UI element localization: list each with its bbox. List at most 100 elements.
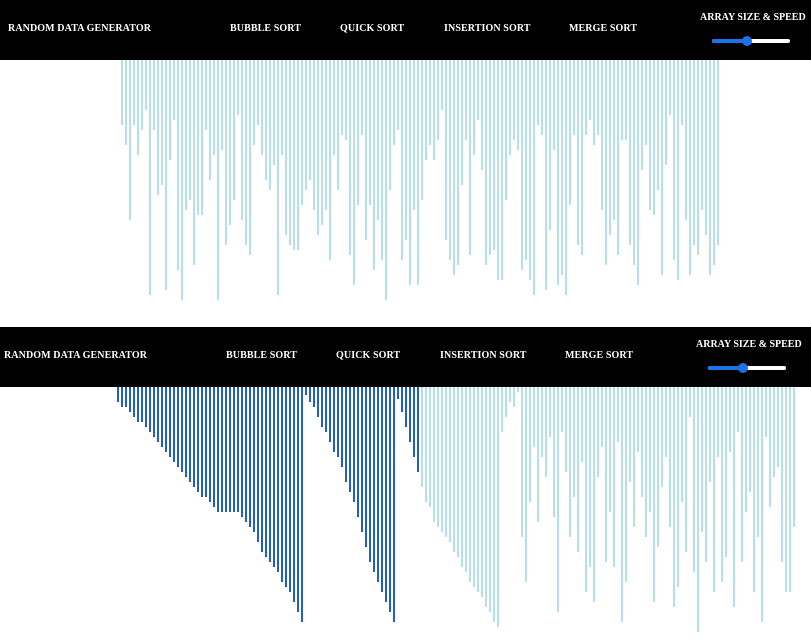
- array-bar: [405, 387, 407, 427]
- array-bar: [117, 387, 119, 402]
- array-bar: [545, 60, 547, 290]
- insertion-sort-link[interactable]: INSERTION SORT: [440, 350, 527, 362]
- array-bar: [437, 387, 439, 527]
- array-bar: [377, 387, 379, 582]
- array-bar: [653, 60, 655, 215]
- array-bar: [609, 387, 611, 512]
- array-bar: [129, 387, 131, 412]
- array-bar: [537, 60, 539, 125]
- quick-sort-link[interactable]: QUICK SORT: [340, 23, 404, 35]
- array-bar: [481, 387, 483, 597]
- array-bar: [121, 387, 123, 407]
- array-bar: [685, 387, 687, 552]
- array-bar: [313, 60, 315, 210]
- navbar: RANDOM DATA GENERATOR BUBBLE SORT QUICK …: [0, 327, 811, 387]
- random-data-generator-link[interactable]: RANDOM DATA GENERATOR: [4, 350, 147, 362]
- array-bar: [665, 60, 667, 165]
- array-bar: [569, 60, 571, 205]
- array-bar: [597, 60, 599, 135]
- array-bar: [341, 60, 343, 135]
- array-size-speed-slider[interactable]: [708, 363, 786, 373]
- array-bar: [729, 387, 731, 452]
- array-bar: [581, 387, 583, 462]
- merge-sort-link[interactable]: MERGE SORT: [569, 23, 637, 35]
- array-bar: [649, 60, 651, 210]
- array-size-speed-slider[interactable]: [712, 36, 790, 46]
- array-bar: [657, 60, 659, 190]
- quick-sort-link[interactable]: QUICK SORT: [336, 350, 400, 362]
- array-bar: [301, 60, 303, 205]
- array-bar: [305, 387, 307, 395]
- array-bar: [145, 387, 147, 427]
- array-bar: [589, 387, 591, 567]
- array-bar: [581, 60, 583, 255]
- array-bar: [597, 387, 599, 477]
- array-bar: [465, 60, 467, 140]
- array-bar: [585, 387, 587, 592]
- array-bar: [409, 387, 411, 442]
- array-bar: [413, 387, 415, 457]
- array-bar: [489, 60, 491, 255]
- array-bar: [169, 387, 171, 457]
- insertion-sort-link[interactable]: INSERTION SORT: [444, 23, 531, 35]
- array-bar: [177, 60, 179, 270]
- array-bar: [269, 60, 271, 190]
- array-bar: [681, 60, 683, 125]
- array-bar: [625, 387, 627, 582]
- array-bar: [345, 60, 347, 140]
- array-size-speed-label: ARRAY SIZE & SPEED: [696, 339, 802, 350]
- array-bar: [705, 60, 707, 235]
- array-bar: [609, 60, 611, 235]
- array-bar: [325, 60, 327, 210]
- array-bar: [693, 387, 695, 572]
- bubble-sort-link[interactable]: BUBBLE SORT: [230, 23, 301, 35]
- array-bar: [381, 60, 383, 260]
- slider-thumb[interactable]: [742, 36, 752, 46]
- array-bar: [673, 387, 675, 607]
- array-bar: [733, 387, 735, 607]
- array-bar: [653, 387, 655, 602]
- sorting-visualizer-panel-top: RANDOM DATA GENERATOR BUBBLE SORT QUICK …: [0, 0, 811, 321]
- array-bar: [569, 387, 571, 537]
- array-bar: [601, 387, 603, 447]
- array-bar: [753, 387, 755, 592]
- bubble-sort-link[interactable]: BUBBLE SORT: [226, 350, 297, 362]
- array-bar: [181, 387, 183, 472]
- array-bar: [649, 387, 651, 512]
- array-bar: [201, 387, 203, 497]
- array-bar: [229, 60, 231, 225]
- slider-thumb[interactable]: [738, 363, 748, 373]
- array-bar: [721, 387, 723, 582]
- array-bar: [197, 387, 199, 492]
- array-bar: [417, 387, 419, 472]
- array-bar: [541, 387, 543, 457]
- array-bar: [225, 387, 227, 512]
- array-bar: [641, 387, 643, 497]
- array-bar: [241, 387, 243, 517]
- array-bar: [457, 60, 459, 265]
- merge-sort-link[interactable]: MERGE SORT: [565, 350, 633, 362]
- array-bar: [593, 60, 595, 145]
- random-data-generator-link[interactable]: RANDOM DATA GENERATOR: [8, 23, 151, 35]
- array-bar: [553, 387, 555, 517]
- array-bar: [549, 60, 551, 230]
- array-bar: [349, 60, 351, 255]
- array-bar: [209, 60, 211, 180]
- array-bar: [437, 60, 439, 140]
- array-bar: [641, 60, 643, 170]
- array-bar: [281, 60, 283, 155]
- array-bar: [717, 60, 719, 245]
- array-bar: [749, 387, 751, 492]
- array-bar: [429, 387, 431, 507]
- array-bar: [181, 60, 183, 300]
- array-bar: [173, 387, 175, 462]
- array-bar: [265, 387, 267, 557]
- array-bar: [425, 60, 427, 160]
- array-bar: [189, 60, 191, 200]
- array-bar: [381, 387, 383, 592]
- array-bar: [525, 387, 527, 582]
- array-bar: [321, 60, 323, 225]
- array-bar: [297, 60, 299, 250]
- array-bar: [565, 60, 567, 295]
- array-bar: [441, 387, 443, 532]
